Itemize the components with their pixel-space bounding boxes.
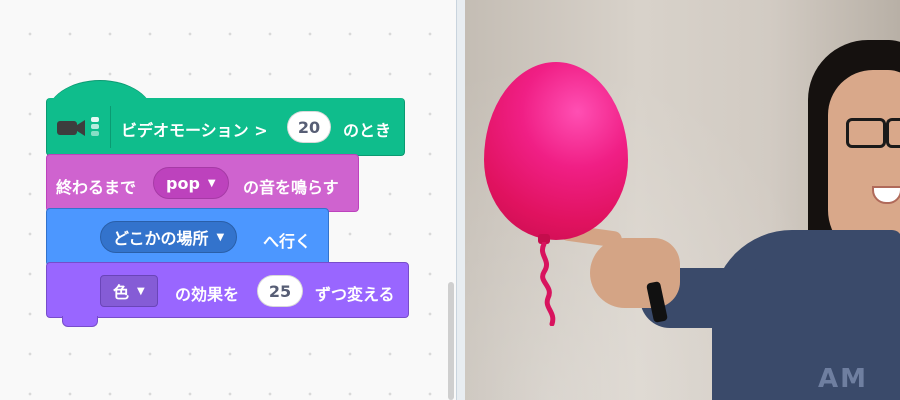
glasses-left-lens — [846, 118, 886, 148]
sound-block-prefix: 終わるまで — [56, 178, 137, 197]
sound-dropdown[interactable]: pop ▼ — [153, 167, 229, 199]
hat-block-suffix: のとき — [343, 121, 392, 140]
go-to-target-dropdown[interactable]: どこかの場所 ▼ — [100, 221, 238, 253]
glasses-right-lens — [886, 118, 900, 148]
video-motion-value-input[interactable]: 20 — [287, 111, 331, 143]
effect-dropdown-value: 色 — [113, 283, 130, 302]
sound-dropdown-value: pop — [166, 173, 200, 193]
sound-block-suffix: の音を鳴らす — [243, 178, 339, 197]
person-hand — [590, 238, 680, 308]
play-sound-until-done-block[interactable]: 終わるまで pop ▼ の音を鳴らす — [46, 154, 359, 212]
chevron-down-icon: ▼ — [216, 231, 225, 243]
looks-block-middle: の効果を — [175, 285, 240, 304]
looks-block-suffix: ずつ変える — [315, 285, 395, 304]
go-to-random-position-block[interactable]: どこかの場所 ▼ へ行く — [46, 208, 329, 266]
hoodie-print: AM — [818, 364, 868, 394]
balloon-ribbon — [540, 242, 556, 326]
chevron-down-icon: ▼ — [137, 285, 145, 297]
chevron-down-icon: ▼ — [207, 177, 216, 189]
extension-separator — [110, 106, 111, 148]
video-sensing-icon — [57, 117, 99, 136]
effect-value-input[interactable]: 25 — [257, 275, 303, 307]
motion-block-suffix: へ行く — [263, 232, 312, 251]
hat-block-label: ビデオモーション > — [121, 121, 268, 140]
video-motion-hat-block[interactable]: ビデオモーション > 20 のとき — [46, 98, 405, 156]
block-stack-bottom-tab — [62, 316, 98, 327]
change-effect-by-block[interactable]: 色 ▼ の効果を 25 ずつ変える — [46, 262, 409, 318]
go-to-target-value: どこかの場所 — [113, 229, 209, 248]
workspace-vertical-scrollbar[interactable] — [448, 282, 454, 400]
effect-dropdown[interactable]: 色 ▼ — [100, 275, 158, 307]
stage-divider — [456, 0, 465, 400]
code-workspace[interactable]: ビデオモーション > 20 のとき 終わるまで pop ▼ の音を鳴らす どこか… — [0, 0, 446, 400]
